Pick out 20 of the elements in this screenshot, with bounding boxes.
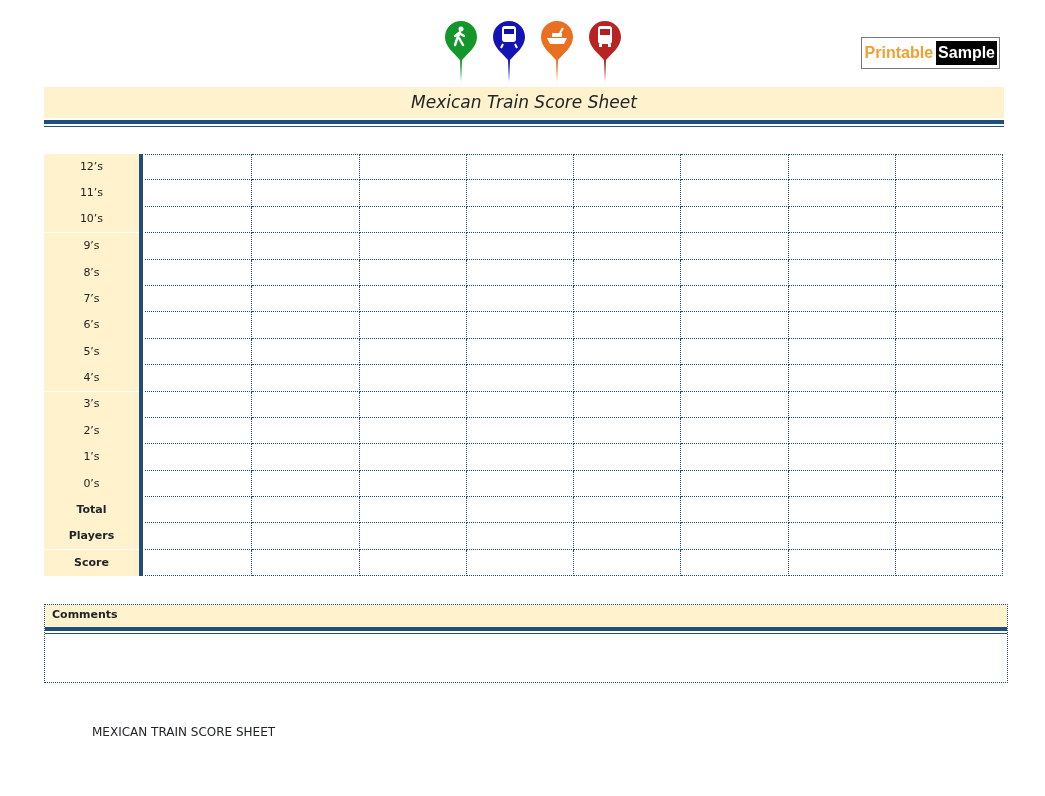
footer-text: MEXICAN TRAIN SCORE SHEET [92, 724, 276, 742]
row-label: Score [44, 549, 139, 577]
row-label: 12’s [44, 154, 139, 181]
comments-label: Comments [45, 605, 1007, 628]
row-label: Players [44, 523, 139, 550]
row-label: 2’s [44, 417, 139, 445]
row-label: 7’s [44, 285, 139, 313]
row-label: 1’s [44, 444, 139, 471]
row-label: 8’s [44, 259, 139, 286]
row-label: 9’s [44, 233, 139, 260]
row-label: 5’s [44, 338, 139, 366]
row-label: Total [44, 497, 139, 524]
row-label: 4’s [44, 365, 139, 392]
logo: Printable Sample [860, 37, 1000, 69]
sheet-title: Mexican Train Score Sheet [411, 90, 637, 114]
row-label: 0’s [44, 470, 139, 498]
row-label: 10’s [44, 206, 139, 234]
row-label: 6’s [44, 312, 139, 339]
row-label: 11’s [44, 180, 139, 207]
row-label: 3’s [44, 391, 139, 418]
